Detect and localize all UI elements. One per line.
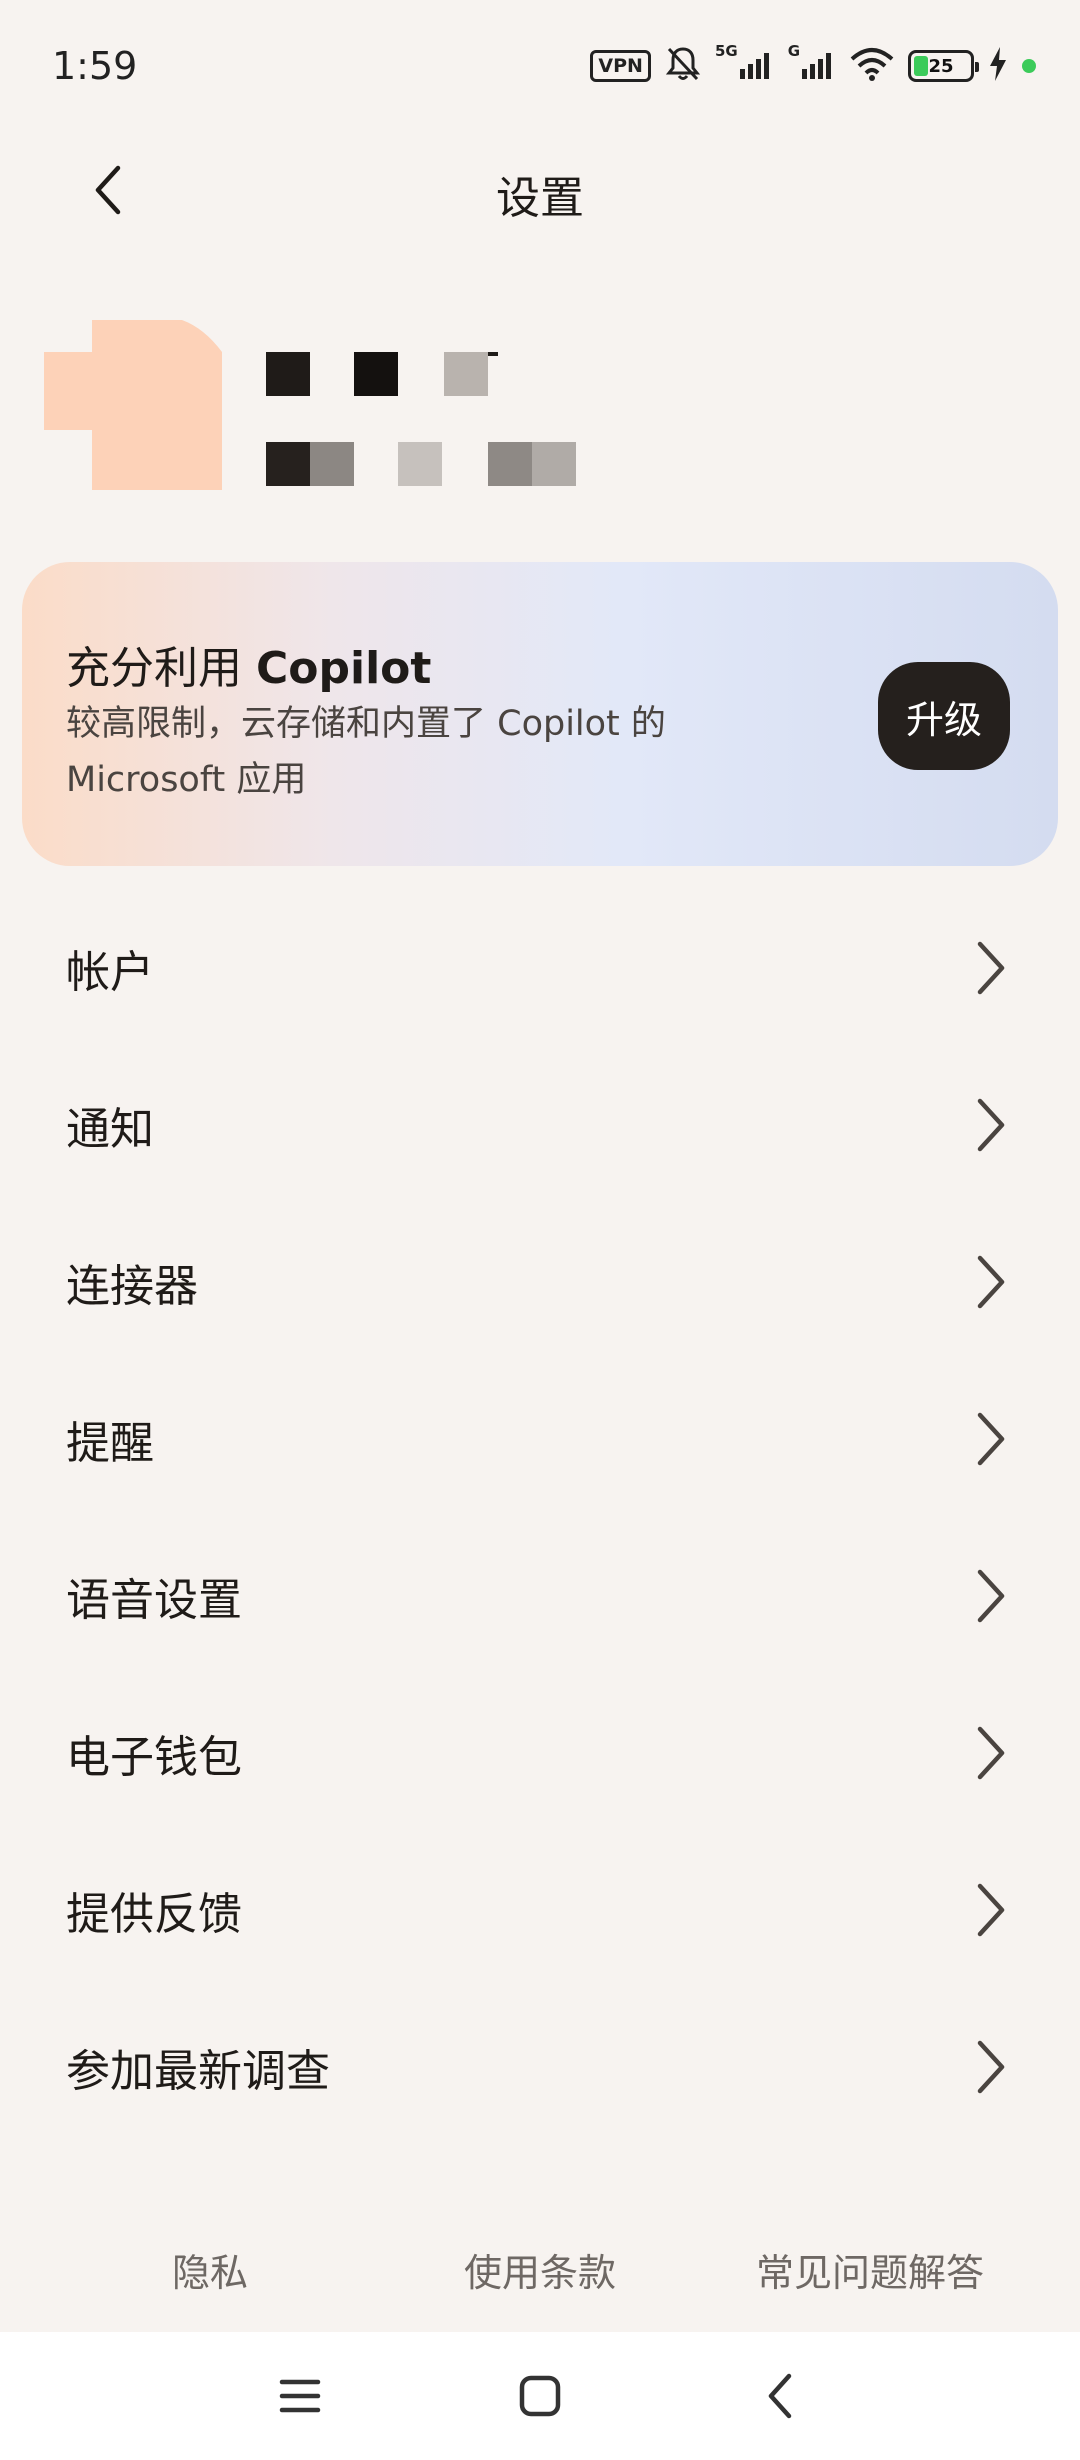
settings-item-label: 提供反馈 xyxy=(66,1888,242,1940)
settings-screen: 1:59 VPN 5G G 25 设置 充分利用 Copilot 较高限制，云存… xyxy=(0,0,1080,2460)
home-icon xyxy=(519,2375,561,2417)
settings-item-survey[interactable]: 参加最新调查 xyxy=(0,1988,1080,2145)
chevron-right-icon xyxy=(977,1726,1005,1779)
status-icons: VPN 5G G 25 xyxy=(590,42,1036,87)
settings-item-label: 通知 xyxy=(66,1103,154,1155)
privacy-indicator-dot xyxy=(1022,59,1036,73)
sim1-network-label: 5G xyxy=(714,42,738,60)
bell-off-icon xyxy=(665,45,701,87)
signal-5g-icon xyxy=(739,49,774,83)
recents-button[interactable] xyxy=(268,2364,332,2428)
settings-item-wallet[interactable]: 电子钱包 xyxy=(0,1674,1080,1831)
home-button[interactable] xyxy=(508,2364,572,2428)
chevron-right-icon xyxy=(977,1255,1005,1308)
page-title: 设置 xyxy=(496,173,584,224)
settings-item-notifications[interactable]: 通知 xyxy=(0,1046,1080,1203)
signal-icon xyxy=(802,49,836,83)
faq-link[interactable]: 常见问题解答 xyxy=(740,2242,1000,2297)
chevron-right-icon xyxy=(977,941,1005,994)
settings-item-label: 帐户 xyxy=(66,946,154,998)
settings-item-label: 电子钱包 xyxy=(66,1731,242,1783)
settings-item-connectors[interactable]: 连接器 xyxy=(0,1203,1080,1360)
chevron-right-icon xyxy=(977,1883,1005,1936)
profile-email-redacted xyxy=(266,442,626,488)
upgrade-title-prefix: 充分利用 xyxy=(66,643,256,694)
status-time: 1:59 xyxy=(52,44,138,88)
terms-link[interactable]: 使用条款 xyxy=(420,2242,660,2297)
charging-icon xyxy=(988,47,1008,85)
settings-item-label: 提醒 xyxy=(66,1417,154,1469)
chevron-right-icon xyxy=(977,1098,1005,1151)
battery-icon: 25 xyxy=(908,50,979,82)
settings-item-feedback[interactable]: 提供反馈 xyxy=(0,1831,1080,1988)
battery-level: 25 xyxy=(928,55,954,77)
privacy-link[interactable]: 隐私 xyxy=(90,2242,330,2297)
settings-item-label: 参加最新调查 xyxy=(66,2045,330,2097)
upgrade-title: 充分利用 Copilot xyxy=(66,632,431,696)
wifi-icon xyxy=(850,47,894,85)
upgrade-button[interactable]: 升级 xyxy=(878,662,1010,770)
nav-back-button[interactable] xyxy=(748,2364,812,2428)
upgrade-description: 较高限制，云存储和内置了 Copilot 的 Microsoft 应用 xyxy=(66,704,666,800)
upgrade-title-brand: Copilot xyxy=(256,643,432,694)
chevron-right-icon xyxy=(977,2040,1005,2093)
settings-item-account[interactable]: 帐户 xyxy=(0,889,1080,1046)
footer-links: 隐私 使用条款 常见问题解答 xyxy=(0,2220,1080,2310)
system-nav-bar xyxy=(0,2332,1080,2460)
profile-section[interactable] xyxy=(44,310,1044,490)
chevron-right-icon xyxy=(977,1569,1005,1622)
settings-item-label: 语音设置 xyxy=(66,1574,242,1626)
vpn-icon: VPN xyxy=(590,50,651,82)
settings-item-reminders[interactable]: 提醒 xyxy=(0,1360,1080,1517)
status-bar: 1:59 VPN 5G G 25 xyxy=(0,0,1080,130)
avatar xyxy=(44,320,222,490)
menu-icon xyxy=(279,2379,321,2413)
profile-name-redacted xyxy=(266,352,566,398)
header: 设置 xyxy=(0,140,1080,240)
chevron-right-icon xyxy=(977,1412,1005,1465)
upgrade-card: 充分利用 Copilot 较高限制，云存储和内置了 Copilot 的 Micr… xyxy=(22,562,1058,866)
settings-item-voice[interactable]: 语音设置 xyxy=(0,1517,1080,1674)
back-icon xyxy=(768,2373,792,2419)
sim2-network-label: G xyxy=(787,42,800,60)
settings-list: 帐户 通知 连接器 提醒 语音设置 电子钱包 提供反馈 参加最新调查 xyxy=(0,889,1080,2145)
settings-item-label: 连接器 xyxy=(66,1260,198,1312)
